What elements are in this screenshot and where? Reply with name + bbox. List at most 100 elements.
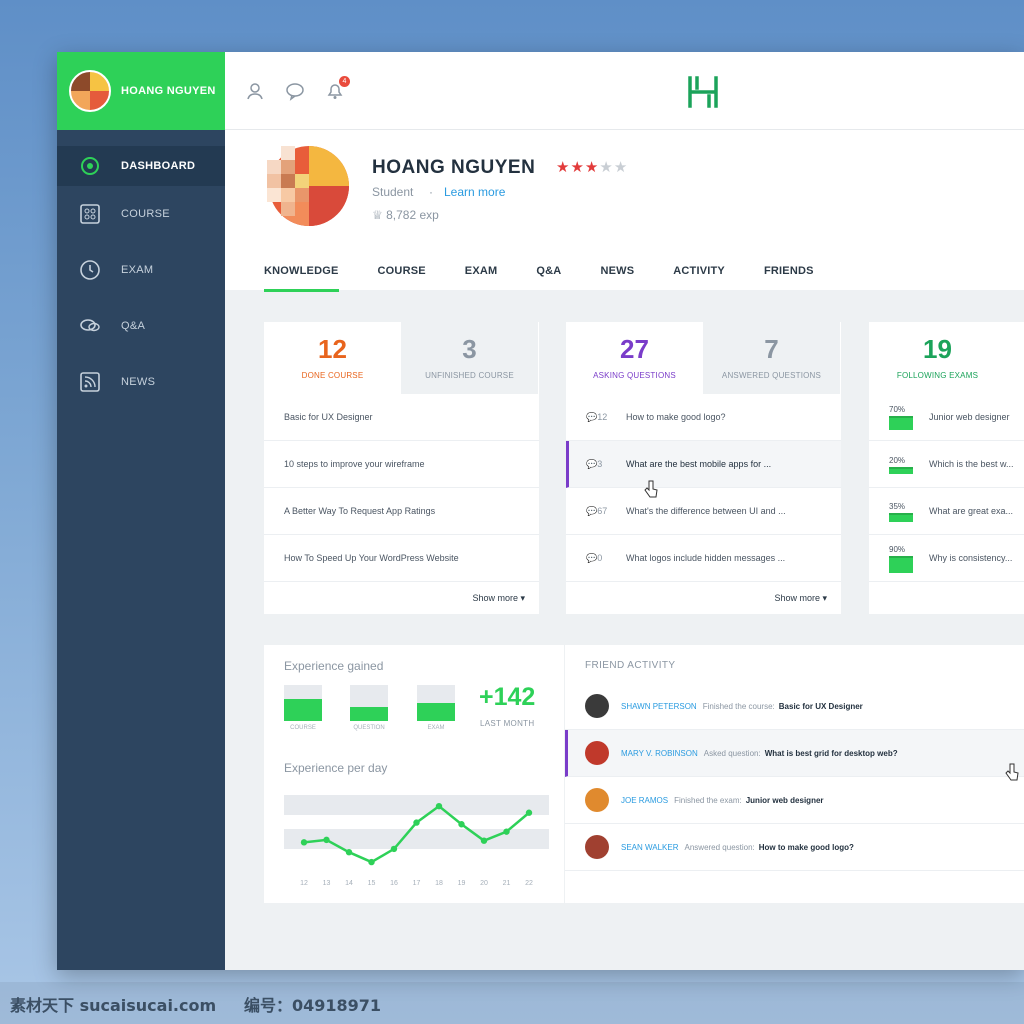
activity-row[interactable]: MARY V. ROBINSON Asked question: What is… xyxy=(565,730,1024,777)
list-item[interactable]: A Better Way To Request App Ratings xyxy=(264,488,539,535)
exp-bar-question xyxy=(350,685,388,721)
list-item[interactable]: 70% Junior web designer xyxy=(869,394,1024,441)
comment-count: 💬12 xyxy=(586,412,626,423)
activity-object[interactable]: Junior web designer xyxy=(746,796,824,805)
data-point[interactable] xyxy=(413,819,420,826)
sidebar-item-news[interactable]: NEWS xyxy=(57,354,225,410)
list-item-text: Basic for UX Designer xyxy=(284,412,373,422)
list-item[interactable]: 10 steps to improve your wireframe xyxy=(264,441,539,488)
x-tick-label: 16 xyxy=(390,880,398,887)
stat-asking-questions[interactable]: 27 ASKING QUESTIONS xyxy=(566,322,703,394)
friend-name[interactable]: MARY V. ROBINSON xyxy=(621,749,698,758)
x-tick-label: 20 xyxy=(480,880,488,887)
activity-object[interactable]: How to make good logo? xyxy=(759,843,854,852)
progress-bar xyxy=(889,512,913,522)
star-icon: ★ xyxy=(599,159,614,176)
avatar[interactable] xyxy=(585,835,609,859)
avatar[interactable] xyxy=(585,788,609,812)
stat-value: 7 xyxy=(764,334,779,364)
tab-friends[interactable]: FRIENDS xyxy=(764,265,814,292)
count-value: 67 xyxy=(597,505,608,516)
star-icon: ★ xyxy=(613,159,629,176)
friend-name[interactable]: SEAN WALKER xyxy=(621,843,679,852)
data-point[interactable] xyxy=(300,839,308,846)
notification-icon[interactable]: 4 xyxy=(325,76,350,101)
avatar[interactable] xyxy=(585,741,609,765)
activity-row[interactable]: JOE RAMOS Finished the exam: Junior web … xyxy=(565,777,1024,824)
activity-action: Finished the exam: xyxy=(674,795,742,805)
activity-row[interactable]: SEAN WALKER Answered question: How to ma… xyxy=(565,824,1024,871)
show-more-button[interactable]: Show more ▾ xyxy=(472,593,525,604)
tab-knowledge[interactable]: KNOWLEDGE xyxy=(264,265,339,292)
sidebar-item-exam[interactable]: EXAM xyxy=(57,242,225,298)
stat-unfinished-course[interactable]: 3 UNFINISHED COURSE xyxy=(401,322,538,394)
list-item[interactable]: 35% What are great exa... xyxy=(869,488,1024,535)
sidebar-item-dashboard[interactable]: DASHBOARD xyxy=(57,146,225,186)
exp-bar-label: EXAM xyxy=(427,725,445,731)
stat-following-exams[interactable]: 19 FOLLOWING EXAMS xyxy=(869,322,1006,394)
sidebar-item-qa[interactable]: Q&A xyxy=(57,298,225,354)
comment-count: 💬0 xyxy=(586,553,626,564)
progress-value: 20% xyxy=(889,455,906,465)
learn-more-link[interactable]: Learn more xyxy=(444,185,505,199)
list-item[interactable]: Basic for UX Designer xyxy=(264,394,539,441)
activity-row[interactable]: SHAWN PETERSON Finished the course: Basi… xyxy=(565,683,1024,730)
data-point[interactable] xyxy=(368,858,375,866)
list-item-text: A Better Way To Request App Ratings xyxy=(284,506,436,516)
friend-name[interactable]: SHAWN PETERSON xyxy=(621,702,697,711)
sidebar-user[interactable]: HOANG NGUYEN xyxy=(57,52,225,130)
stat-value: 12 xyxy=(318,334,347,364)
list-item-text: How to make good logo? xyxy=(626,412,726,422)
avatar[interactable] xyxy=(585,694,609,718)
hand-cursor-icon xyxy=(644,480,658,498)
watermark-text: 素材天下 sucaisucai.com xyxy=(10,996,217,1015)
data-point[interactable] xyxy=(458,821,465,828)
tab-exam[interactable]: EXAM xyxy=(465,265,498,292)
comment-icon: 💬 xyxy=(586,505,598,516)
user-icon[interactable] xyxy=(245,81,265,101)
profile-name: HOANG NGUYEN xyxy=(372,157,536,178)
sidebar-item-course[interactable]: COURSE xyxy=(57,186,225,242)
data-point[interactable] xyxy=(390,845,398,853)
show-more-button[interactable]: Show more ▾ xyxy=(774,593,827,604)
activity-object[interactable]: Basic for UX Designer xyxy=(779,702,863,711)
star-icon: ★ xyxy=(584,159,600,176)
tab-news[interactable]: NEWS xyxy=(600,265,634,292)
comment-icon: 💬 xyxy=(586,458,598,469)
chat-icon[interactable] xyxy=(285,81,305,101)
list-item[interactable]: 💬3 What are the best mobile apps for ... xyxy=(566,441,841,488)
data-point[interactable] xyxy=(323,836,330,844)
activity-object[interactable]: What is best grid for desktop web? xyxy=(765,749,898,758)
data-point[interactable] xyxy=(435,802,443,810)
data-point[interactable] xyxy=(345,849,353,856)
list-item[interactable]: 20% Which is the best w... xyxy=(869,441,1024,488)
list-item[interactable]: 90% Why is consistency... xyxy=(869,535,1024,582)
stat-value: 19 xyxy=(923,334,952,364)
list-item[interactable]: 💬12 How to make good logo? xyxy=(566,394,841,441)
progress-bar xyxy=(889,555,913,573)
friend-name[interactable]: JOE RAMOS xyxy=(621,796,668,805)
stat-value: 3 xyxy=(462,334,477,364)
logo-icon[interactable] xyxy=(685,74,721,110)
profile-avatar[interactable] xyxy=(257,140,349,232)
x-tick-label: 15 xyxy=(368,880,376,887)
tab-course[interactable]: COURSE xyxy=(378,265,426,292)
data-point[interactable] xyxy=(525,809,533,816)
stat-done-course[interactable]: 12 DONE COURSE xyxy=(264,322,401,394)
list-item[interactable]: 💬0 What logos include hidden messages ... xyxy=(566,535,841,582)
data-point[interactable] xyxy=(480,837,488,844)
tab-qa[interactable]: Q&A xyxy=(536,265,561,292)
data-point[interactable] xyxy=(503,828,510,835)
exam-progress: 70% xyxy=(889,404,929,430)
exp-value: 8,782 exp xyxy=(386,208,439,222)
tab-activity[interactable]: ACTIVITY xyxy=(673,265,725,292)
stat-answered-questions[interactable]: 7 ANSWERED QUESTIONS xyxy=(703,322,840,394)
stat-label: DONE COURSE xyxy=(301,371,364,380)
sidebar-item-label: COURSE xyxy=(121,208,170,220)
avatar[interactable] xyxy=(69,70,111,112)
list-item[interactable]: 💬67 What's the difference between UI and … xyxy=(566,488,841,535)
grid-band xyxy=(284,795,549,815)
list-item[interactable]: How To Speed Up Your WordPress Website xyxy=(264,535,539,582)
x-tick-label: 14 xyxy=(345,880,353,887)
friend-activity-title: FRIEND ACTIVITY xyxy=(585,660,676,671)
